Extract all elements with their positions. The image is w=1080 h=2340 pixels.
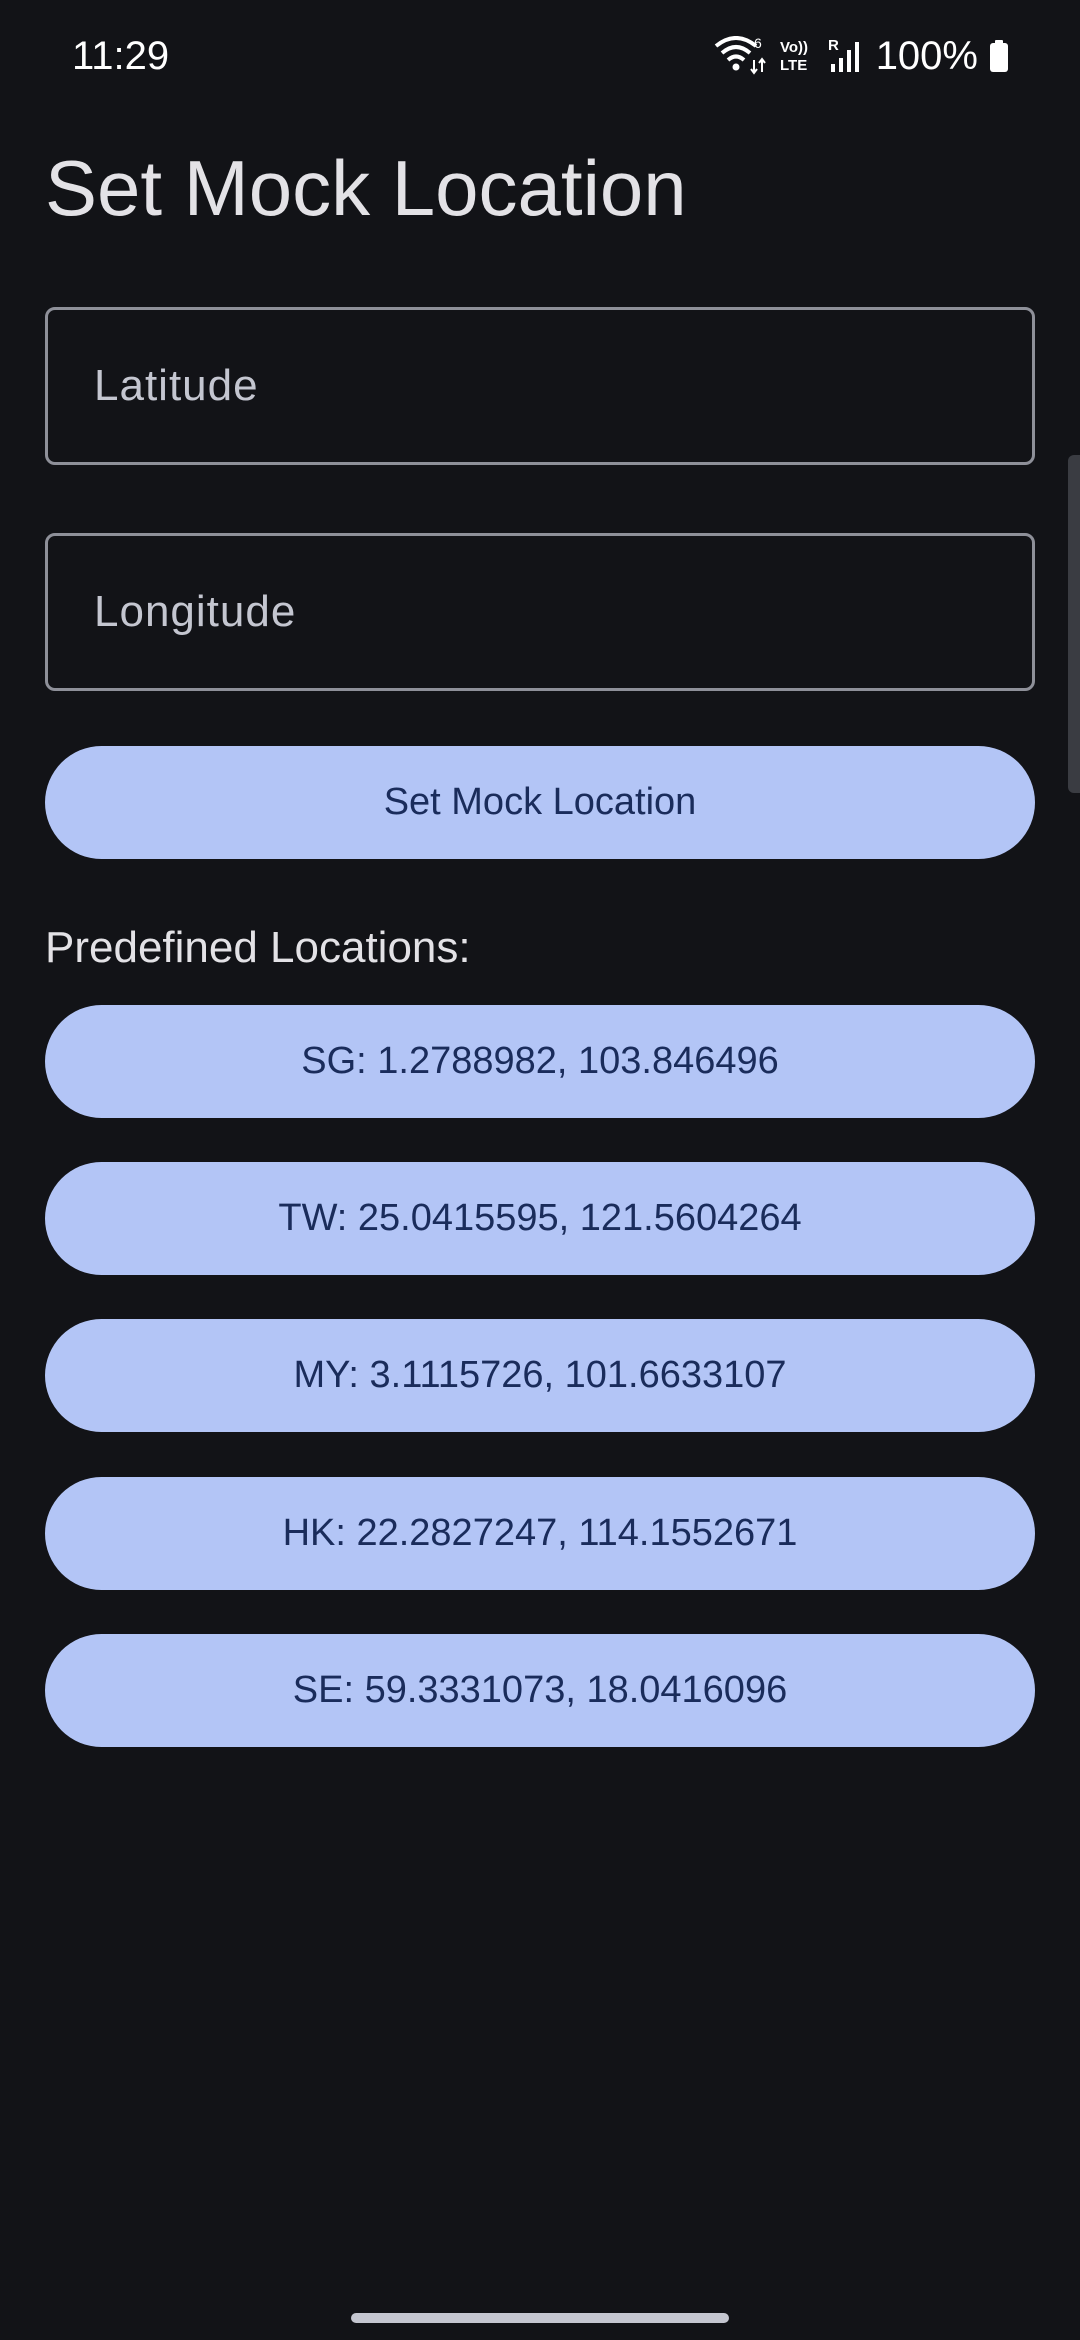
page-title: Set Mock Location xyxy=(45,144,687,232)
preset-location-label: MY: 3.1115726, 101.6633107 xyxy=(293,1354,787,1396)
preset-location-button-sg[interactable]: SG: 1.2788982, 103.846496 xyxy=(45,1005,1035,1118)
preset-location-button-my[interactable]: MY: 3.1115726, 101.6633107 xyxy=(45,1319,1035,1432)
roaming-letter: R xyxy=(828,37,839,54)
volte-icon: Vo)) LTE xyxy=(778,36,818,76)
status-time: 11:29 xyxy=(72,34,170,78)
wifi-badge: 6 xyxy=(754,36,762,51)
volte-text-bottom: LTE xyxy=(780,57,807,74)
set-mock-location-label: Set Mock Location xyxy=(383,781,697,823)
volte-text-top: Vo)) xyxy=(780,39,808,56)
longitude-field[interactable] xyxy=(45,533,1035,691)
preset-location-button-se[interactable]: SE: 59.3331073, 18.0416096 xyxy=(45,1634,1035,1747)
preset-location-label: TW: 25.0415595, 121.5604264 xyxy=(278,1197,802,1239)
preset-location-label: HK: 22.2827247, 114.1552671 xyxy=(282,1512,798,1554)
preset-location-button-tw[interactable]: TW: 25.0415595, 121.5604264 xyxy=(45,1162,1035,1275)
battery-full-icon xyxy=(988,36,1010,76)
battery-percent: 100% xyxy=(875,34,978,78)
set-mock-location-button[interactable]: Set Mock Location xyxy=(45,746,1035,859)
preset-location-label: SG: 1.2788982, 103.846496 xyxy=(301,1040,779,1082)
preset-location-label: SE: 59.3331073, 18.0416096 xyxy=(292,1669,788,1711)
preset-location-button-hk[interactable]: HK: 22.2827247, 114.1552671 xyxy=(45,1477,1035,1590)
latitude-input[interactable] xyxy=(92,360,1032,412)
signal-roaming-icon: R xyxy=(828,36,862,76)
wifi-6-icon: 6 xyxy=(714,36,768,76)
status-bar: 11:29 6 Vo)) LTE R 100% xyxy=(0,0,1080,112)
longitude-input[interactable] xyxy=(92,586,1032,638)
latitude-field[interactable] xyxy=(45,307,1035,465)
scrollbar[interactable] xyxy=(1068,455,1080,793)
predefined-locations-heading: Predefined Locations: xyxy=(45,923,471,972)
home-gesture-bar[interactable] xyxy=(351,2313,729,2323)
status-icons: 6 Vo)) LTE R 100% xyxy=(714,32,1010,80)
